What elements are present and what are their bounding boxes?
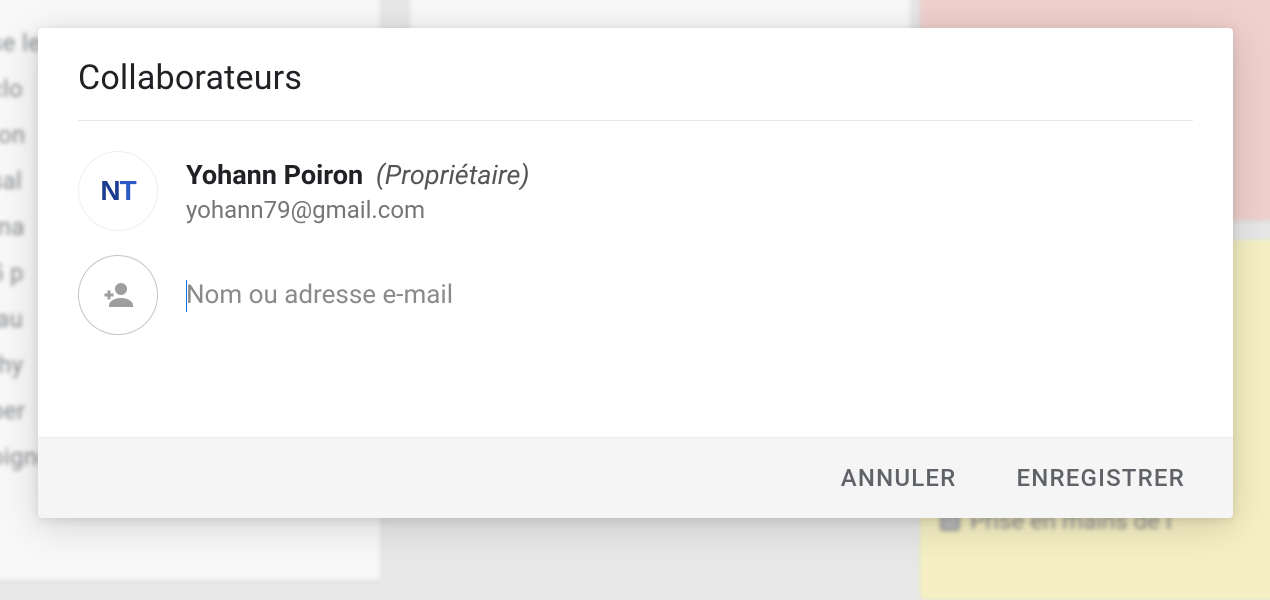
owner-role: (Propriétaire): [376, 159, 530, 191]
add-collaborator-row: [78, 255, 1193, 335]
owner-name-line: Yohann Poiron (Propriétaire): [186, 158, 530, 193]
cancel-button[interactable]: ANNULER: [841, 464, 957, 492]
modal-body: NT Yohann Poiron (Propriétaire) yohann79…: [38, 121, 1233, 437]
collaborators-modal: Collaborateurs NT Yohann Poiron (Proprié…: [38, 28, 1233, 518]
owner-info: Yohann Poiron (Propriétaire) yohann79@gm…: [186, 158, 530, 223]
collaborator-input[interactable]: [186, 276, 1193, 314]
owner-name: Yohann Poiron: [186, 159, 363, 191]
modal-title: Collaborateurs: [78, 58, 1193, 98]
owner-email: yohann79@gmail.com: [186, 196, 530, 224]
owner-avatar: NT: [78, 151, 158, 231]
modal-footer: ANNULER ENREGISTRER: [38, 437, 1233, 518]
input-wrap: [186, 276, 1193, 314]
avatar-logo: NT: [100, 175, 135, 207]
save-button[interactable]: ENREGISTRER: [1016, 464, 1185, 492]
add-person-icon: [78, 255, 158, 335]
modal-header: Collaborateurs: [78, 28, 1193, 121]
person-add-icon: [100, 277, 136, 313]
owner-row: NT Yohann Poiron (Propriétaire) yohann79…: [78, 151, 1193, 231]
